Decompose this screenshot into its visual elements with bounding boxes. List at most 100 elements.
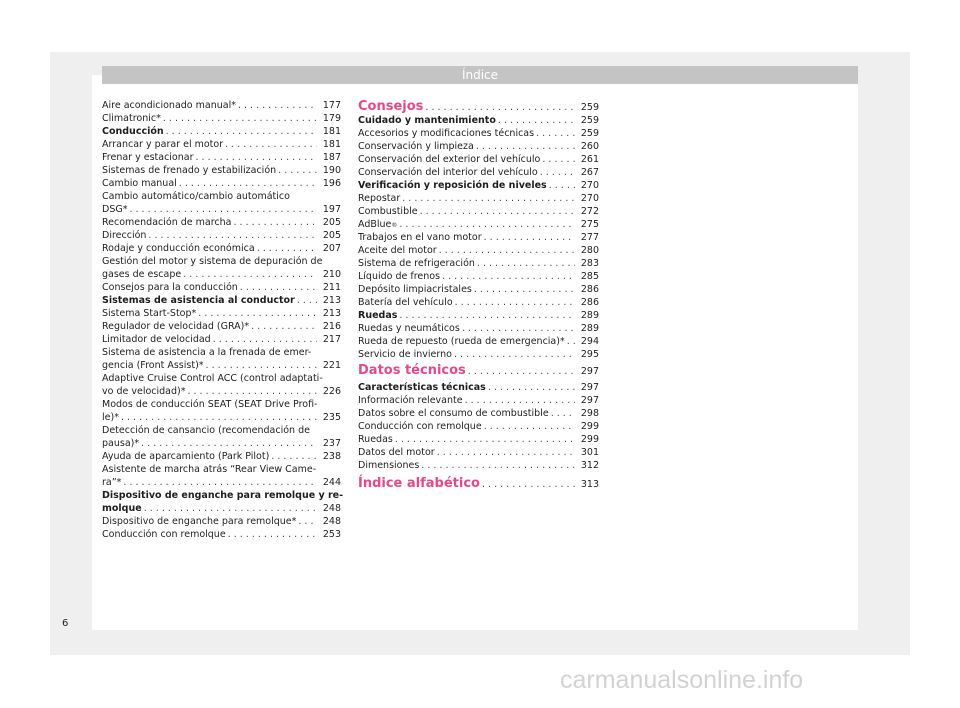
toc-entry[interactable]: Ruedas 299 [358, 433, 599, 446]
toc-entry[interactable]: Conservación del interior del vehículo 26… [358, 166, 599, 179]
toc-entry-title: Datos sobre el consumo de combustible [358, 408, 549, 419]
toc-entry-title: Dirección [102, 230, 147, 241]
toc-entry-page: 248 [322, 503, 341, 514]
toc-entry[interactable]: Sistemas de asistencia al conductor 213 [102, 294, 341, 307]
dot-leader [121, 411, 317, 424]
toc-entry[interactable]: Conducción con remolque 253 [102, 528, 341, 541]
dot-leader [166, 125, 317, 138]
toc-entry-page: 197 [322, 204, 341, 215]
dot-leader [183, 268, 317, 281]
toc-entry-page: 313 [580, 479, 599, 490]
toc-entry[interactable]: Depósito limpiacristales 286 [358, 283, 599, 296]
dot-leader [141, 437, 317, 450]
toc-entry[interactable]: Accesorios y modificaciones técnicas 259 [358, 127, 599, 140]
toc-entry-page: 285 [580, 271, 599, 282]
dot-leader [144, 502, 317, 515]
toc-entry-title: Sistema Start-Stop* [102, 308, 197, 319]
toc-entry[interactable]: Cambio manual 196 [102, 177, 341, 190]
toc-entry[interactable]: Recomendación de marcha 205 [102, 216, 341, 229]
toc-entry[interactable]: Datos sobre el consumo de combustible 298 [358, 407, 599, 420]
page-number: 6 [62, 618, 69, 629]
dot-leader [536, 127, 575, 140]
toc-entry[interactable]: AdBlue®275 [358, 218, 599, 231]
toc-entry[interactable]: Ruedas y neumáticos 289 [358, 322, 599, 335]
toc-entry-title: Modos de conducción SEAT (SEAT Drive Pro… [102, 399, 318, 410]
toc-entry[interactable]: Detección de cansancio (recomendación de… [102, 424, 341, 450]
toc-entry[interactable]: Modos de conducción SEAT (SEAT Drive Pro… [102, 398, 341, 424]
toc-entry[interactable]: Aire acondicionado manual* 177 [102, 99, 341, 112]
toc-entry[interactable]: Regulador de velocidad (GRA)* 216 [102, 320, 341, 333]
toc-entry-title: Rueda de repuesto (rueda de emergencia)* [358, 336, 565, 347]
dot-leader [484, 420, 575, 433]
toc-entry[interactable]: Frenar y estacionar 187 [102, 151, 341, 164]
toc-entry[interactable]: Limitador de velocidad 217 [102, 333, 341, 346]
toc-entry[interactable]: Combustible 272 [358, 205, 599, 218]
toc-entry-title: pausa)* [102, 438, 140, 449]
toc-entry-title: Batería del vehículo [358, 297, 453, 308]
toc-entry[interactable]: Conservación del exterior del vehículo 26… [358, 153, 599, 166]
toc-entry-title: Ruedas [358, 434, 393, 445]
toc-entry-title: Dimensiones [358, 460, 420, 471]
toc-entry[interactable]: Verificación y reposición de niveles 270 [358, 179, 599, 192]
toc-entry[interactable]: Dirección 205 [102, 229, 341, 242]
toc-entry[interactable]: Conducción 181 [102, 125, 341, 138]
toc-entry[interactable]: Dimensiones 312 [358, 459, 599, 472]
toc-entry[interactable]: Repostar 270 [358, 192, 599, 205]
toc-entry[interactable]: Datos del motor 301 [358, 446, 599, 459]
toc-entry-title: gencia (Front Assist)* [102, 360, 204, 371]
toc-column-right: Consejos259Cuidado y mantenimiento259Acc… [358, 99, 599, 494]
dot-leader [402, 192, 575, 205]
toc-entry[interactable]: Trabajos en el vano motor 277 [358, 231, 599, 244]
toc-entry[interactable]: Rueda de repuesto (rueda de emergencia)*… [358, 335, 599, 348]
toc-entry-page: 280 [580, 245, 599, 256]
toc-entry-title: Asistente de marcha atrás “Rear View Cam… [102, 464, 317, 475]
toc-entry-title: Conservación del interior del vehículo [358, 167, 538, 178]
toc-entry[interactable]: Sistema de refrigeración 283 [358, 257, 599, 270]
toc-entry[interactable]: Arrancar y parar el motor 181 [102, 138, 341, 151]
dot-leader [421, 459, 575, 472]
dot-leader [297, 294, 317, 307]
toc-section-heading[interactable]: Consejos 259 [358, 99, 599, 114]
toc-entry[interactable]: Batería del vehículo 286 [358, 296, 599, 309]
toc-entry[interactable]: Aceite del motor 280 [358, 244, 599, 257]
toc-entry[interactable]: Dispositivo de enganche para remolque* 24… [102, 515, 341, 528]
toc-entry[interactable]: Conservación y limpieza 260 [358, 140, 599, 153]
page-header: Índice [102, 66, 858, 84]
toc-entry[interactable]: Cambio automático/cambio automático DSG* 1… [102, 190, 341, 216]
toc-entry[interactable]: Gestión del motor y sistema de depuració… [102, 255, 341, 281]
toc-entry[interactable]: Rodaje y conducción económica 207 [102, 242, 341, 255]
toc-entry-page: 289 [580, 323, 599, 334]
toc-entry[interactable]: Consejos para la conducción 211 [102, 281, 341, 294]
toc-entry-title: Ruedas y neumáticos [358, 323, 460, 334]
toc-entry[interactable]: Sistema Start-Stop* 213 [102, 307, 341, 320]
dot-leader [198, 307, 317, 320]
toc-entry[interactable]: Cuidado y mantenimiento 259 [358, 114, 599, 127]
toc-entry[interactable]: Climatronic* 179 [102, 112, 341, 125]
toc-entry[interactable]: Servicio de invierno 295 [358, 348, 599, 361]
toc-entry-page: 244 [322, 477, 341, 488]
toc-entry-title: Conducción con remolque [358, 421, 482, 432]
toc-entry[interactable]: Información relevante 297 [358, 394, 599, 407]
toc-entry-page: 297 [580, 395, 599, 406]
toc-column-left: Aire acondicionado manual*177Climatronic… [102, 99, 343, 541]
toc-entry[interactable]: Asistente de marcha atrás “Rear View Cam… [102, 463, 341, 489]
toc-entry[interactable]: Características técnicas 297 [358, 381, 599, 394]
toc-entry-title: Arrancar y parar el motor [102, 139, 224, 150]
dot-leader [298, 515, 317, 528]
toc-entry-page: 289 [580, 310, 599, 321]
toc-entry-page: 187 [322, 152, 341, 163]
toc-entry[interactable]: Dispositivo de enganche para remolque y … [102, 489, 343, 515]
toc-entry[interactable]: Líquido de frenos 285 [358, 270, 599, 283]
toc-entry[interactable]: Ruedas 289 [358, 309, 599, 322]
toc-section-heading[interactable]: Índice alfabético 313 [358, 474, 599, 494]
toc-entry[interactable]: Conducción con remolque 299 [358, 420, 599, 433]
toc-entry-title: Sistemas de frenado y estabilización [102, 165, 277, 176]
toc-section-heading[interactable]: Datos técnicos 297 [358, 361, 599, 381]
toc-entry-title: Aceite del motor [358, 245, 437, 256]
toc-entry[interactable]: Sistemas de frenado y estabilización 190 [102, 164, 341, 177]
toc-entry[interactable]: Adaptive Cruise Control ACC (control ada… [102, 372, 341, 398]
toc-entry-title: Gestión del motor y sistema de depuració… [102, 256, 323, 267]
toc-entry[interactable]: Sistema de asistencia a la frenada de em… [102, 346, 341, 372]
toc-entry-page: 226 [322, 386, 341, 397]
toc-entry[interactable]: Ayuda de aparcamiento (Park Pilot) 238 [102, 450, 341, 463]
